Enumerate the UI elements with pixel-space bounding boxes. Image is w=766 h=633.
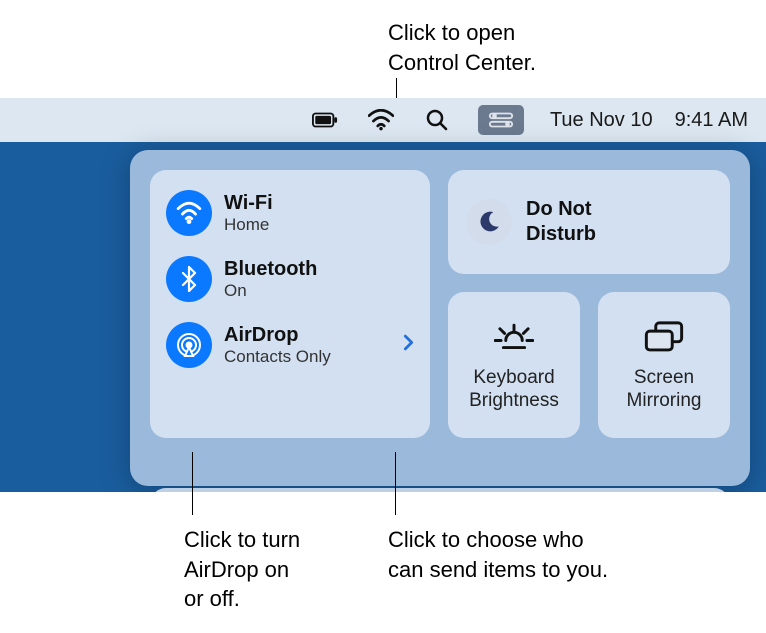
- wifi-icon[interactable]: [366, 108, 396, 132]
- wifi-toggle-icon[interactable]: [166, 190, 212, 236]
- airdrop-title: AirDrop: [224, 324, 331, 347]
- dnd-title: Do NotDisturb: [526, 197, 596, 247]
- airdrop-subtitle: Contacts Only: [224, 347, 331, 367]
- control-center-icon[interactable]: [478, 105, 524, 135]
- dnd-tile[interactable]: Do NotDisturb: [448, 170, 730, 274]
- chevron-right-icon[interactable]: [403, 334, 414, 357]
- keyboard-brightness-label: KeyboardBrightness: [469, 367, 559, 413]
- moon-icon: [466, 199, 512, 245]
- bluetooth-toggle-icon[interactable]: [166, 256, 212, 302]
- callout-line: [396, 78, 397, 98]
- callout-control-center: Click to openControl Center.: [388, 18, 536, 77]
- bluetooth-subtitle: On: [224, 281, 317, 301]
- bottom-tile-partial: [150, 488, 730, 492]
- callout-airdrop-chevron: Click to choose whocan send items to you…: [388, 525, 608, 584]
- keyboard-brightness-tile[interactable]: KeyboardBrightness: [448, 292, 580, 438]
- keyboard-brightness-icon: [494, 317, 534, 357]
- battery-icon[interactable]: [310, 108, 340, 132]
- screen-mirroring-tile[interactable]: ScreenMirroring: [598, 292, 730, 438]
- callout-airdrop-toggle: Click to turnAirDrop onor off.: [184, 525, 300, 614]
- control-center-panel: Wi-Fi Home Bluetooth On AirDrop: [130, 150, 750, 486]
- airdrop-row[interactable]: AirDrop Contacts Only: [162, 316, 418, 374]
- airdrop-toggle-icon[interactable]: [166, 322, 212, 368]
- callout-line: [192, 452, 193, 515]
- bluetooth-row[interactable]: Bluetooth On: [162, 250, 418, 308]
- wifi-title: Wi-Fi: [224, 192, 273, 215]
- menu-bar: Tue Nov 10 9:41 AM: [0, 98, 766, 142]
- screen-mirroring-label: ScreenMirroring: [627, 367, 702, 413]
- connectivity-tile: Wi-Fi Home Bluetooth On AirDrop: [150, 170, 430, 438]
- bluetooth-title: Bluetooth: [224, 258, 317, 281]
- menu-bar-date[interactable]: Tue Nov 10: [550, 109, 653, 132]
- screen-mirroring-icon: [644, 317, 684, 357]
- callout-line: [395, 452, 396, 515]
- wifi-row[interactable]: Wi-Fi Home: [162, 184, 418, 242]
- wifi-subtitle: Home: [224, 215, 273, 235]
- spotlight-icon[interactable]: [422, 108, 452, 132]
- desktop-region: Tue Nov 10 9:41 AM Wi-Fi Home: [0, 98, 766, 492]
- menu-bar-time[interactable]: 9:41 AM: [675, 109, 748, 132]
